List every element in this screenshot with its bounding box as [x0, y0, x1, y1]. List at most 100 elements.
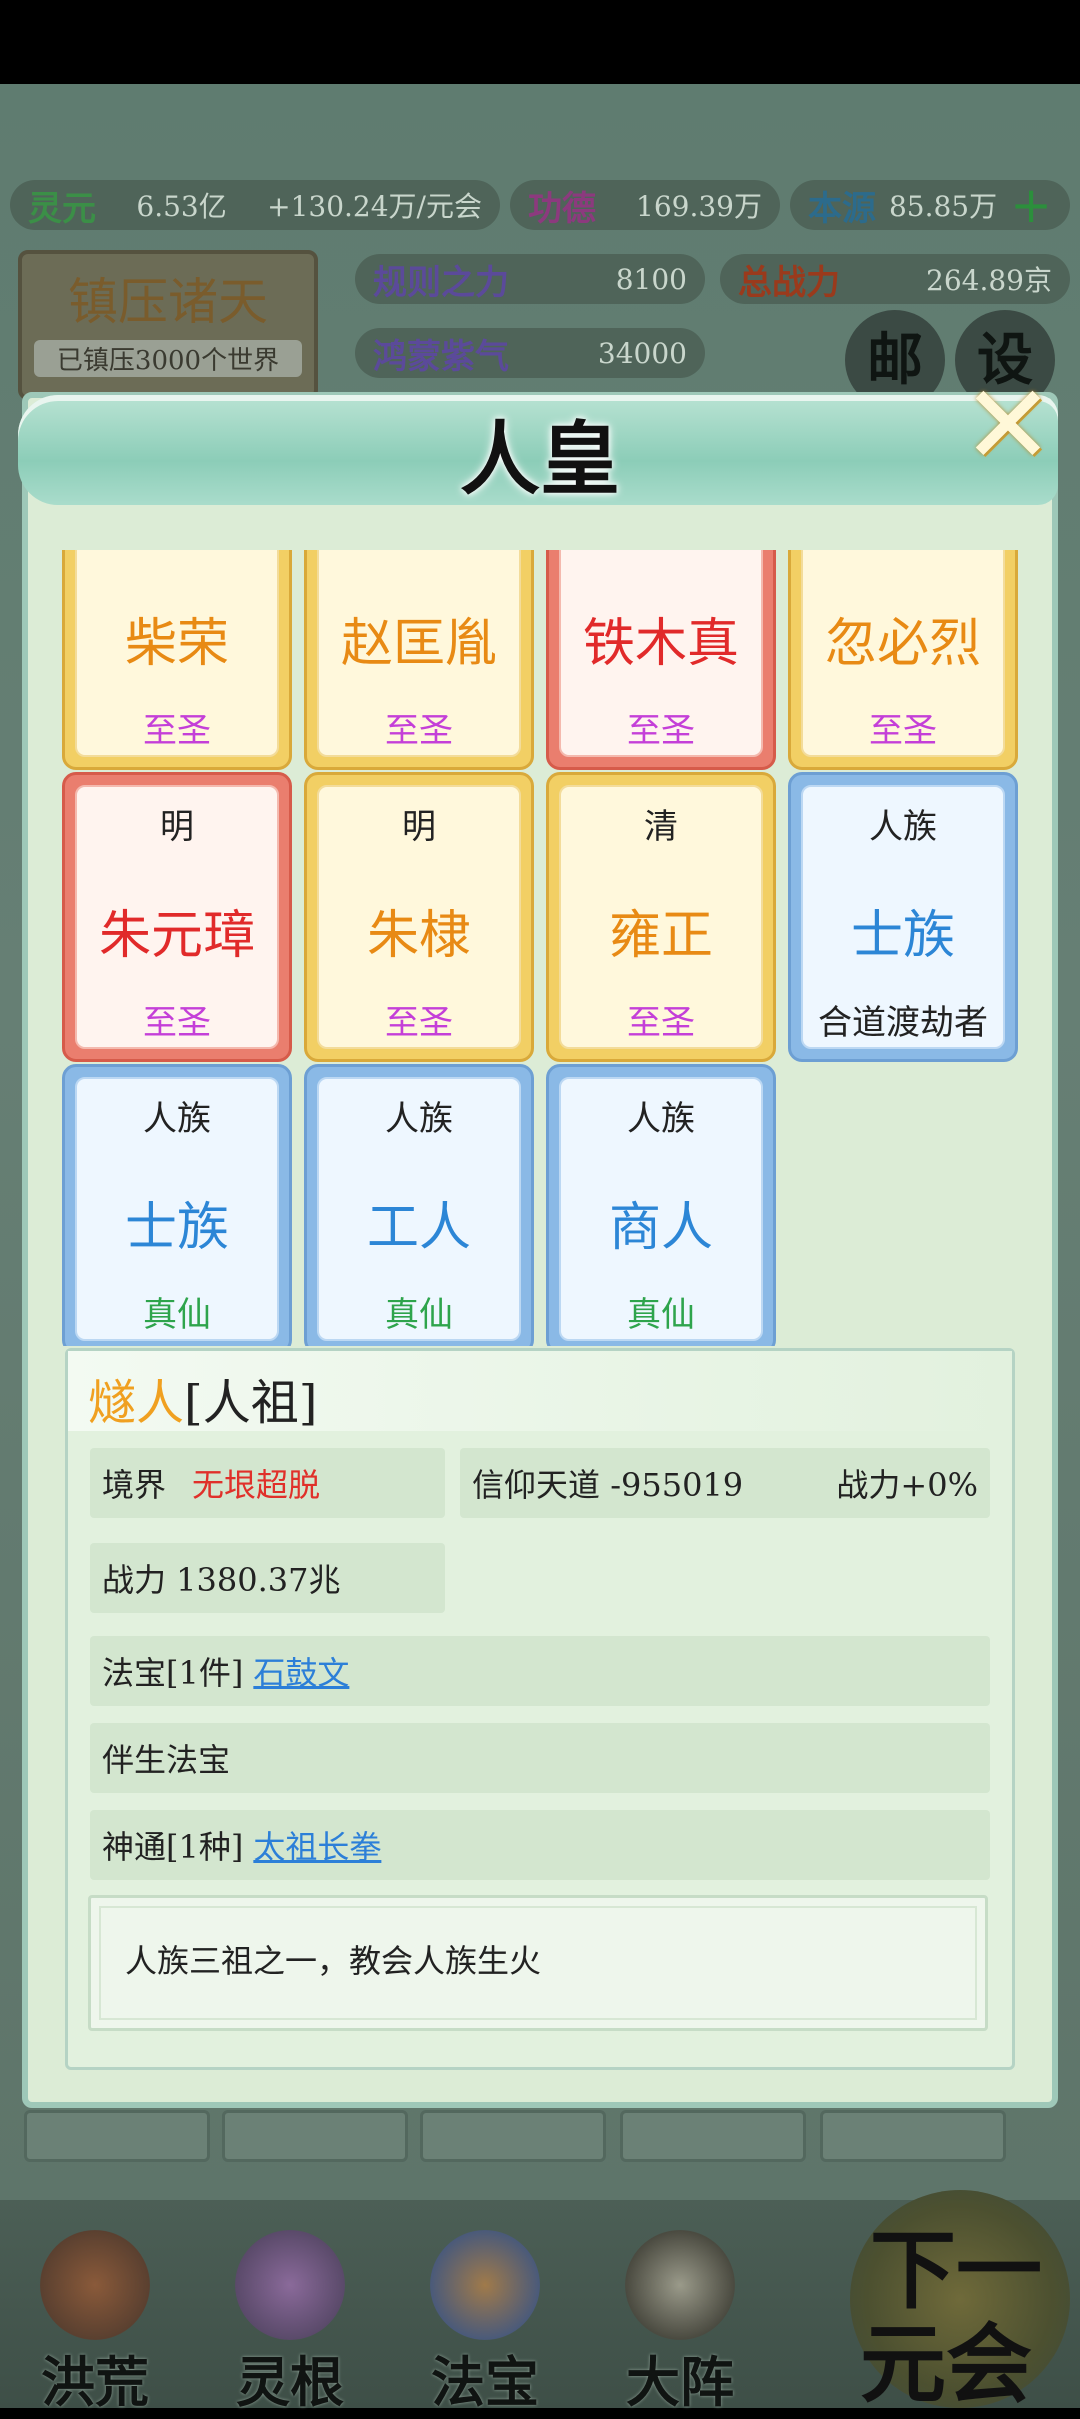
- slot-2[interactable]: [222, 2110, 408, 2162]
- gongde-pill: 功德 169.39万: [510, 180, 780, 230]
- nav-linggen[interactable]: 灵根: [205, 2210, 375, 2414]
- benyuan-label: 本源: [808, 188, 876, 229]
- character-name: 燧人: [88, 1375, 185, 1431]
- slot-4[interactable]: [620, 2110, 806, 2162]
- card-dynasty: 人族: [869, 807, 937, 847]
- next-era-button[interactable]: 下一 元会: [850, 2190, 1070, 2415]
- dialog-title: 人皇: [460, 412, 620, 506]
- slot-3[interactable]: [420, 2110, 606, 2162]
- realm-value: 无垠超脱: [192, 1466, 321, 1504]
- realm-label: 境界: [102, 1466, 167, 1504]
- character-card[interactable]: 人族 商人 真仙: [546, 1064, 776, 1346]
- card-dynasty: 清: [644, 807, 678, 847]
- character-card[interactable]: 清雍正 至圣: [546, 772, 776, 1062]
- close-button[interactable]: ✕: [958, 370, 1058, 480]
- card-rank: 至圣: [627, 711, 695, 751]
- realm-row: 境界 无垠超脱: [90, 1448, 445, 1518]
- card-rank: 至圣: [627, 1003, 695, 1043]
- suppress-worlds-board[interactable]: 镇压诸天 已镇压3000个世界: [18, 250, 318, 400]
- slot-1[interactable]: [24, 2110, 210, 2162]
- skill-link[interactable]: 太祖长拳: [253, 1822, 381, 1868]
- character-card[interactable]: 赵匡胤 至圣: [304, 550, 534, 770]
- card-rank: 至圣: [385, 1003, 453, 1043]
- treasure-row: 法宝[1件] 石鼓文: [90, 1636, 990, 1706]
- card-name: 朱棣: [366, 906, 471, 966]
- card-dynasty: 明: [160, 807, 194, 847]
- nav-label-dazhen: 大阵: [626, 2350, 734, 2414]
- card-name: 柴荣: [124, 614, 229, 674]
- nav-honghuang[interactable]: 洪荒: [10, 2210, 180, 2414]
- guize-value: 8100: [615, 262, 687, 296]
- character-card[interactable]: 明朱元璋 至圣: [62, 772, 292, 1062]
- card-dynasty: 人族: [385, 1099, 453, 1139]
- guize-pill: 规则之力 8100: [355, 254, 705, 304]
- gongde-value: 169.39万: [636, 190, 762, 223]
- card-rank: 真仙: [627, 1295, 695, 1335]
- card-rank: 合道渡劫者: [818, 1003, 988, 1043]
- zongzhanli-pill: 总战力 264.89京: [720, 254, 1070, 304]
- character-card[interactable]: 铁木真 至圣: [546, 550, 776, 770]
- nav-label-fabao: 法宝: [431, 2350, 539, 2414]
- benyuan-pill[interactable]: 本源 85.85万 +: [790, 176, 1070, 234]
- nav-fabao[interactable]: 法宝: [400, 2210, 570, 2414]
- companion-treasure-row: 伴生法宝: [90, 1723, 990, 1793]
- character-card[interactable]: 柴荣 至圣: [62, 550, 292, 770]
- power-value: 战力 1380.37兆: [102, 1561, 341, 1599]
- faith-label: 信仰天道: [472, 1466, 601, 1504]
- dialog-header: 人皇: [0, 385, 1080, 525]
- character-card[interactable]: 人族 工人 真仙: [304, 1064, 534, 1346]
- card-name: 朱元璋: [98, 906, 255, 966]
- card-name: 赵匡胤: [340, 614, 497, 674]
- card-rank: 真仙: [143, 1295, 211, 1335]
- card-dynasty: 明: [402, 807, 436, 847]
- guize-label: 规则之力: [373, 262, 509, 303]
- board-title: 镇压诸天: [68, 273, 268, 331]
- card-name: 雍正: [608, 906, 713, 966]
- card-grid[interactable]: 柴荣 至圣 赵匡胤 至圣 铁木真 至圣 忽必烈 至圣明朱元璋 至圣明朱棣 至圣清雍正 至圣 人族 士族合…: [52, 550, 1028, 1346]
- hongmeng-pill: 鸿蒙紫气 34000: [355, 328, 705, 378]
- status-bar: [0, 0, 1080, 84]
- character-card[interactable]: 人族 士族 真仙: [62, 1064, 292, 1346]
- character-card[interactable]: 明朱棣 至圣: [304, 772, 534, 1062]
- character-card[interactable]: 人族 士族 合道渡劫者: [788, 772, 1018, 1062]
- gongde-label: 功德: [528, 188, 596, 229]
- card-rank: 至圣: [143, 711, 211, 751]
- slot-5[interactable]: [820, 2110, 1006, 2162]
- add-icon[interactable]: +: [1010, 176, 1052, 234]
- nav-label-linggen: 灵根: [236, 2350, 344, 2414]
- zongzhanli-value: 264.89京: [926, 264, 1052, 297]
- taiji-icon: [625, 2230, 735, 2340]
- card-name: 工人: [366, 1198, 471, 1258]
- lotus-icon: [235, 2230, 345, 2340]
- description-box: 人族三祖之一，教会人族生火: [88, 1895, 988, 2031]
- faith-value: -955019: [610, 1466, 744, 1504]
- power-bonus: 战力+0%: [836, 1466, 978, 1504]
- lingyuan-pill: 灵元 6.53亿 +130.24万/元会: [10, 180, 500, 230]
- card-dynasty: 人族: [143, 1099, 211, 1139]
- hongmeng-value: 34000: [597, 336, 687, 370]
- faith-row: 信仰天道 -955019 战力+0%: [460, 1448, 990, 1518]
- mountain-icon: [40, 2230, 150, 2340]
- lingyuan-rate: +130.24万/元会: [267, 190, 482, 223]
- character-card[interactable]: 忽必烈 至圣: [788, 550, 1018, 770]
- benyuan-value: 85.85万: [888, 190, 998, 223]
- card-rank: 真仙: [385, 1295, 453, 1335]
- character-heading: 燧人[人祖]: [88, 1363, 317, 1433]
- skill-row: 神通[1种] 太祖长拳: [90, 1810, 990, 1880]
- card-name: 士族: [124, 1198, 229, 1258]
- card-name: 忽必烈: [824, 614, 981, 674]
- description-text: 人族三祖之一，教会人族生火: [125, 1942, 542, 1980]
- card-name: 商人: [608, 1198, 713, 1258]
- nav-dazhen[interactable]: 大阵: [595, 2210, 765, 2414]
- card-dynasty: 人族: [627, 1099, 695, 1139]
- card-rank: 至圣: [869, 711, 937, 751]
- card-name: 铁木真: [582, 614, 739, 674]
- card-rank: 至圣: [385, 711, 453, 751]
- skill-label: 神通[1种]: [102, 1828, 244, 1866]
- power-row: 战力 1380.37兆: [90, 1543, 445, 1613]
- next-era-line2: 元会: [860, 2314, 1032, 2415]
- card-name: 士族: [850, 906, 955, 966]
- card-rank: 至圣: [143, 1003, 211, 1043]
- nav-label-honghuang: 洪荒: [41, 2350, 149, 2414]
- treasure-link[interactable]: 石鼓文: [253, 1648, 349, 1694]
